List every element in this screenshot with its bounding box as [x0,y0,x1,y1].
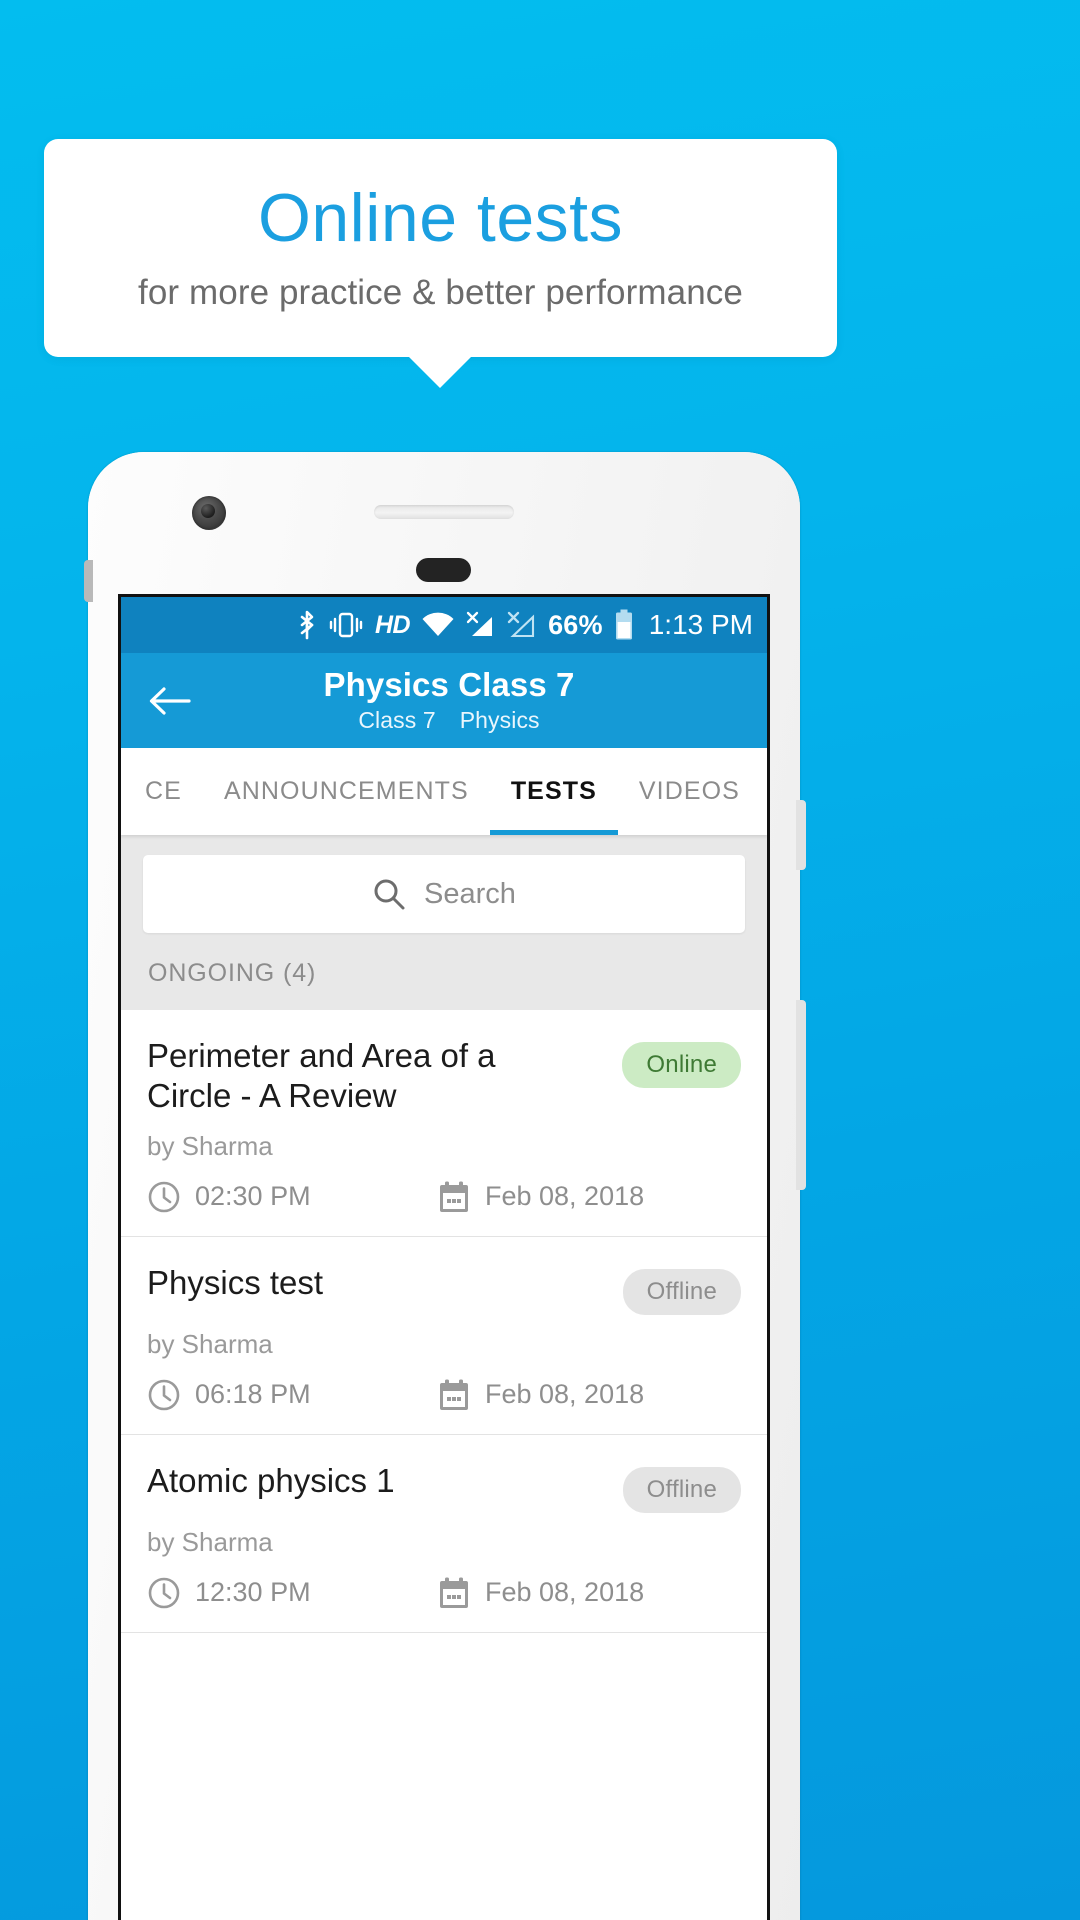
battery-percent: 66% [548,609,603,640]
wifi-icon [421,612,455,638]
test-meta: 02:30 PM Feb 08, 2018 [147,1180,741,1214]
search-input[interactable]: Search [143,855,745,933]
test-title: Perimeter and Area of a Circle - A Revie… [147,1037,496,1115]
breadcrumb-subject: Physics [459,706,540,733]
app-bar-titles: Physics Class 7 Class 7 Physics [121,666,767,734]
clock-icon [147,1576,181,1610]
calendar-icon [437,1180,471,1214]
test-date-text: Feb 08, 2018 [485,1181,645,1211]
breadcrumb-class: Class 7 [358,706,436,733]
status-time: 1:13 PM [648,609,753,640]
promo-title: Online tests [257,180,624,257]
card-header: Perimeter and Area of a Circle - A Revie… [147,1036,741,1117]
test-date-text: Feb 08, 2018 [485,1577,645,1607]
back-arrow-icon [149,684,191,718]
tab-announcements[interactable]: ANNOUNCEMENTS [203,748,490,835]
list-item[interactable]: Atomic physics 1 Offline by Sharma 12:30… [121,1435,767,1633]
phone-volume-button [796,1000,806,1190]
list-item[interactable]: Physics test Offline by Sharma 06:18 PM [121,1237,767,1435]
proximity-sensor [416,558,471,582]
card-header: Physics test Offline [147,1263,741,1315]
test-time: 02:30 PM [147,1180,437,1214]
test-time: 06:18 PM [147,1378,437,1412]
tab-bar: CE ANNOUNCEMENTS TESTS VIDEOS [121,748,767,835]
front-camera [192,496,226,530]
card-header: Atomic physics 1 Offline [147,1461,741,1513]
promo-screenshot: Online tests for more practice & better … [0,0,1080,1920]
test-list: Perimeter and Area of a Circle - A Revie… [121,1010,767,1633]
calendar-icon [437,1576,471,1610]
section-header-ongoing: ONGOING (4) [121,959,767,1010]
earpiece-speaker [374,505,514,519]
tab-tests[interactable]: TESTS [489,748,618,835]
app-bar: Physics Class 7 Class 7 Physics [121,653,767,748]
signal-no-sim-icon [466,611,496,639]
test-title: Physics test [147,1263,324,1301]
status-badge: Online [622,1042,741,1088]
status-badge: Offline [622,1268,741,1315]
test-time-text: 12:30 PM [195,1577,311,1607]
bluetooth-icon [297,610,317,640]
page-title: Physics Class 7 [323,666,575,704]
test-time-text: 02:30 PM [195,1181,311,1211]
promo-subtitle: for more practice & better performance [138,272,743,312]
vibrate-icon [328,611,364,639]
test-time: 12:30 PM [147,1576,437,1610]
test-date: Feb 08, 2018 [437,1576,644,1610]
test-author: by Sharma [147,1130,273,1161]
test-author: by Sharma [147,1526,273,1557]
test-date: Feb 08, 2018 [437,1378,644,1412]
back-button[interactable] [147,678,193,724]
test-meta: 06:18 PM Feb 08, 2018 [147,1378,741,1412]
tab-videos[interactable]: VIDEOS [618,748,761,835]
list-item[interactable]: Perimeter and Area of a Circle - A Revie… [121,1010,767,1237]
promo-callout-tail [408,356,472,388]
status-bar: HD 66% 1:13 PM [121,597,767,653]
test-meta: 12:30 PM Feb 08, 2018 [147,1576,741,1610]
phone-left-button [84,560,93,602]
phone-screen: HD 66% 1:13 PM Physics Class 7 Class 7 P… [118,594,770,1920]
signal-no-service-icon [507,611,537,639]
search-placeholder: Search [424,877,516,910]
phone-power-button [796,800,806,870]
test-date: Feb 08, 2018 [437,1180,644,1214]
status-badge: Offline [622,1466,741,1513]
clock-icon [147,1378,181,1412]
clock-icon [147,1180,181,1214]
promo-callout: Online tests for more practice & better … [44,139,837,357]
search-icon [372,877,406,911]
battery-icon [614,609,634,641]
hd-label: HD [374,610,411,639]
test-time-text: 06:18 PM [195,1379,311,1409]
search-section: Search [121,835,767,959]
breadcrumb: Class 7 Physics [131,707,767,734]
test-author: by Sharma [147,1328,273,1359]
test-date-text: Feb 08, 2018 [485,1379,645,1409]
test-title: Atomic physics 1 [147,1461,395,1499]
tab-ce[interactable]: CE [121,748,203,835]
calendar-icon [437,1378,471,1412]
